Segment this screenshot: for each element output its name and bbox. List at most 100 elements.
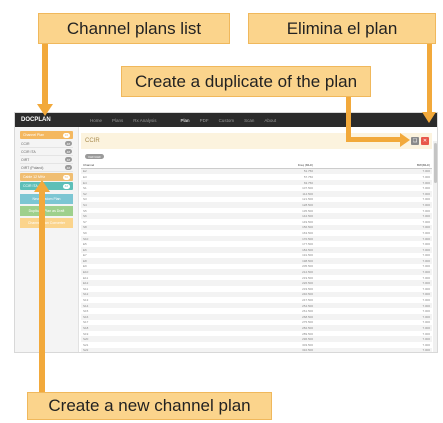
- table-row[interactable]: E5 177.500 7.000: [81, 241, 432, 247]
- table-row[interactable]: S3 121.500 7.000: [81, 197, 432, 203]
- table-cell: E12: [83, 281, 89, 286]
- table-row[interactable]: S19 289.500 7.000: [81, 331, 432, 337]
- table-cell: S14: [83, 303, 89, 308]
- table-row[interactable]: E6 184.500 7.000: [81, 246, 432, 253]
- table-cell: 226.500: [302, 281, 313, 286]
- table-cell: 7.000: [422, 174, 430, 179]
- table-cell: 170.500: [302, 236, 313, 241]
- table-cell: 254.500: [302, 303, 313, 308]
- table-cell: 121.500: [302, 197, 313, 202]
- nav-plans[interactable]: Plans: [107, 118, 128, 123]
- plan-item-active[interactable]: Channel Plan 16: [20, 131, 73, 139]
- nav-rx-analysis[interactable]: Rx Analysis: [128, 118, 161, 123]
- table-cell: 310.500: [302, 348, 313, 353]
- table-row[interactable]: S14 254.500 7.000: [81, 302, 432, 309]
- callout-elimina-el-plan: Elimina el plan: [248, 13, 436, 44]
- table-cell: 7.000: [422, 320, 430, 325]
- table-row[interactable]: S8 156.500 7.000: [81, 224, 432, 231]
- table-row[interactable]: S18 282.500 7.000: [81, 325, 432, 331]
- table-row[interactable]: S15 261.500 7.000: [81, 308, 432, 314]
- table-cell: 275.500: [302, 320, 313, 325]
- table-cell: 233.500: [302, 286, 313, 291]
- table-cell: 63.750: [303, 180, 313, 185]
- duplicate-plan-button[interactable]: ❏: [411, 137, 419, 145]
- table-cell: S13: [83, 298, 89, 303]
- table-row[interactable]: E11 219.500 7.000: [81, 275, 432, 281]
- nav-plan[interactable]: Plan: [176, 118, 195, 123]
- table-cell: S12: [83, 292, 89, 297]
- new-plan-button[interactable]: New Custom Plan: [20, 194, 73, 204]
- table-cell: 57.750: [303, 174, 313, 179]
- table-row[interactable]: E4 63.750 7.000: [81, 179, 432, 186]
- table-row[interactable]: S1 107.500 7.000: [81, 185, 432, 191]
- table-row[interactable]: S4 128.500 7.000: [81, 202, 432, 208]
- table-body: E2 51.750 7.000 E3 57.750 7.000 E4 63.750 7.000 S…: [81, 168, 432, 353]
- scrollbar[interactable]: [433, 141, 437, 352]
- nav-pdf[interactable]: PDF: [195, 118, 214, 123]
- table-cell: E3: [83, 174, 87, 179]
- nav-scan[interactable]: Scan: [239, 118, 259, 123]
- table-row[interactable]: S13 247.500 7.000: [81, 297, 432, 303]
- table-row[interactable]: E12 226.500 7.000: [81, 280, 432, 287]
- scroll-thumb[interactable]: [433, 143, 437, 183]
- table-row[interactable]: S11 233.500 7.000: [81, 286, 432, 292]
- nav-home[interactable]: Home: [85, 118, 107, 123]
- table-row[interactable]: S22 310.500 7.000: [81, 347, 432, 353]
- table-cell: 7.000: [422, 202, 430, 207]
- table-cell: 156.500: [302, 225, 313, 230]
- table-cell: S15: [83, 309, 89, 314]
- table-cell: E6: [83, 247, 87, 252]
- table-row[interactable]: S7 149.500 7.000: [81, 219, 432, 225]
- table-row[interactable]: S5 135.500 7.000: [81, 208, 432, 214]
- table-row[interactable]: S12 240.500 7.000: [81, 291, 432, 298]
- arrow-line: [346, 137, 402, 142]
- table-cell: S21: [83, 342, 89, 347]
- plan-count: 48: [64, 165, 72, 170]
- plan-item[interactable]: CCIR 48: [20, 140, 73, 148]
- table-cell: S1: [83, 186, 87, 191]
- plan-item[interactable]: CCIR ITA 48: [20, 148, 73, 156]
- table-row[interactable]: E10 212.500 7.000: [81, 269, 432, 275]
- duplicate-draft-button[interactable]: Duplicate Plan as Draft: [20, 206, 73, 216]
- plan-converter-button[interactable]: Channel Plan Converter: [20, 218, 73, 228]
- table-row[interactable]: E8 198.500 7.000: [81, 258, 432, 264]
- table-cell: 296.500: [302, 337, 313, 342]
- table-row[interactable]: S9 163.500 7.000: [81, 230, 432, 236]
- table-cell: 7.000: [422, 342, 430, 347]
- table-cell: E9: [83, 264, 87, 269]
- plan-item[interactable]: OIRT 48: [20, 156, 73, 164]
- table-cell: 261.500: [302, 309, 313, 314]
- table-cell: S6: [83, 214, 87, 219]
- plan-count: 42: [62, 183, 70, 189]
- table-row[interactable]: S2 114.500 7.000: [81, 190, 432, 197]
- plan-item[interactable]: OIRT (Poland) 48: [20, 164, 73, 172]
- table-cell: 7.000: [422, 270, 430, 275]
- table-row[interactable]: E7 191.500 7.000: [81, 253, 432, 259]
- table-row[interactable]: S21 303.500 7.000: [81, 342, 432, 348]
- plan-band-tag: VHF/UHF: [85, 154, 104, 159]
- table-cell: 163.500: [302, 230, 313, 235]
- table-cell: 149.500: [302, 219, 313, 224]
- nav-about[interactable]: About: [259, 118, 281, 123]
- table-row[interactable]: E2 51.750 7.000: [81, 168, 432, 175]
- table-row[interactable]: S6 142.500 7.000: [81, 213, 432, 219]
- table-row[interactable]: E3 57.750 7.000: [81, 174, 432, 180]
- table-row[interactable]: S17 275.500 7.000: [81, 320, 432, 326]
- table-cell: 191.500: [302, 253, 313, 258]
- table-cell: 7.000: [422, 180, 430, 185]
- table-cell: 7.000: [422, 253, 430, 258]
- table-cell: S20: [83, 337, 89, 342]
- table-row[interactable]: S16 268.500 7.000: [81, 314, 432, 320]
- table-cell: E2: [83, 169, 87, 174]
- table-row[interactable]: E9 205.500 7.000: [81, 264, 432, 270]
- nav-custom[interactable]: Custom: [214, 118, 240, 123]
- table-row[interactable]: S20 296.500 7.000: [81, 336, 432, 342]
- table-cell: S10: [83, 236, 89, 241]
- plan-count: 48: [64, 141, 72, 146]
- table-row[interactable]: S10 170.500 7.000: [81, 235, 432, 242]
- table-cell: 240.500: [302, 292, 313, 297]
- table-cell: 7.000: [422, 286, 430, 291]
- table-cell: 7.000: [422, 281, 430, 286]
- plan-label: Channel Plan: [23, 133, 45, 137]
- delete-plan-button[interactable]: ✕: [421, 137, 429, 145]
